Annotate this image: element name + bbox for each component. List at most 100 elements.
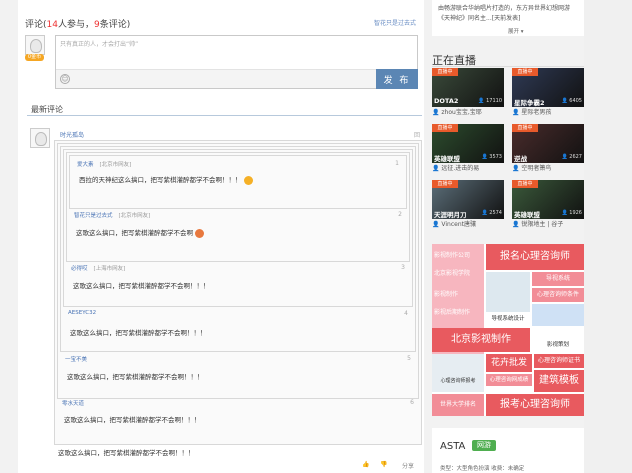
ad-link[interactable]: 世界大学排名 <box>432 394 484 416</box>
stream-game: DOTA2 <box>434 97 459 105</box>
reply-text: 西拉的天神纪这么搞口，把写紫棋灌醉都学不会啊！！！ <box>79 174 253 185</box>
ad-link[interactable]: 影视制作 <box>434 289 458 298</box>
divider <box>27 115 422 116</box>
live-stream-tile[interactable]: 直播中英雄联盟 👤 1926 👤 锐限地主 | 谷子 <box>512 180 584 228</box>
page-background <box>584 0 632 473</box>
angry-emoji-icon <box>195 228 204 238</box>
comment-text: 这歌这么搞口，把写紫棋灌醉都学不会啊！！！ <box>58 449 195 457</box>
reply-link[interactable]: 回 <box>414 130 420 139</box>
comment-title-prefix: 评论( <box>25 20 47 30</box>
ad-link[interactable]: 北京影视制作 <box>432 328 530 352</box>
ad-image <box>432 354 484 392</box>
reply-username[interactable]: 智花只是过去式 [北京市网友] <box>74 211 150 219</box>
reply-username[interactable]: 爱大素 [北京市网友] <box>77 160 131 168</box>
reply-username[interactable]: AESEYC32 <box>68 310 96 316</box>
reply-text: 这歌这么搞口，把写紫棋灌醉都学不会啊！！！ <box>67 373 204 381</box>
live-tag: 直播中 <box>512 180 538 188</box>
reply-text: 这歌这么搞口，把写紫棋灌醉都学不会啊！！！ <box>64 416 201 424</box>
live-tag: 直播中 <box>432 68 458 76</box>
reply-text: 这歌这么搞口，把写紫棋灌醉都学不会啊 <box>76 227 204 238</box>
ad-link[interactable]: 影视后期制作 <box>434 307 470 316</box>
floor-number: 2 <box>398 211 402 218</box>
ad-link[interactable]: 影视策划 <box>532 328 584 352</box>
reply-thread: 爱大素 [北京市网友] 1 西拉的天神纪这么搞口，把写紫棋灌醉都学不会啊！！！ 智… <box>57 143 419 399</box>
reply-username[interactable]: 零水天道 <box>62 399 84 407</box>
viewer-count: 👤 6405 <box>561 98 582 104</box>
news-summary: 由畅游联合华纳唱片打造的，东方异世界幻想网游《天神纪》同名主...[天前发表] <box>438 5 571 22</box>
floor-number: 5 <box>407 355 411 362</box>
stream-game: 逆战 <box>514 155 527 163</box>
comment-editor[interactable]: 只有真正的人，才会打出“帅” ☺ 发 布 <box>55 35 418 89</box>
live-stream-tile[interactable]: 直播中 DOTA2 👤 17110 👤 zhou宝宝,宝耶 <box>432 68 504 116</box>
reply-text: 这歌这么搞口，把写紫棋灌醉都学不会啊！！！ <box>73 282 210 290</box>
reply-item: 爱大素 [北京市网友] 1 西拉的天神纪这么搞口，把写紫棋灌醉都学不会啊！！！ <box>69 155 407 209</box>
expand-link[interactable]: 展开 ▾ <box>508 27 524 35</box>
stream-host[interactable]: 👤 远征.进击的易 <box>432 163 479 172</box>
post-button[interactable]: 发 布 <box>376 69 418 89</box>
ad-image <box>486 272 530 312</box>
avatar <box>25 35 45 55</box>
game-name[interactable]: ASTA <box>440 441 465 452</box>
participant-suffix: 人参与， <box>57 20 94 30</box>
live-tag: 直播中 <box>432 124 458 132</box>
ad-link[interactable]: 心理咨询师条件 <box>532 288 584 302</box>
ad-link[interactable]: 心理咨询师证书 <box>534 354 584 368</box>
viewer-count: 👤 3573 <box>481 154 502 160</box>
ad-link[interactable]: 心理咨询师报考 <box>432 376 484 386</box>
stream-thumbnail[interactable]: 直播中 星际争霸2 👤 6405 <box>512 68 584 107</box>
live-stream-tile[interactable]: 直播中 星际争霸2 👤 6405 👤 星际老男孩 <box>512 68 584 116</box>
live-stream-tile[interactable]: 直播中 天涯明月刀 👤 2574 👤 Vincent唐骧 <box>432 180 504 228</box>
editor-toolbar: ☺ <box>56 69 417 88</box>
ad-link[interactable]: 影视制作公司 <box>434 250 470 259</box>
reply-username[interactable]: 一宝不美 <box>65 355 87 363</box>
live-stream-tile[interactable]: 直播中 逆战 👤 2627 👤 空明者箫鸟 <box>512 124 584 172</box>
participant-count: 14 <box>46 20 58 30</box>
stream-game: 星际争霸2 <box>514 99 545 107</box>
stream-thumbnail[interactable]: 直播中 英雄联盟 👤 3573 <box>432 124 504 163</box>
live-stream-tile[interactable]: 直播中 英雄联盟 👤 3573 👤 远征.进击的易 <box>432 124 504 172</box>
stream-thumbnail[interactable]: 直播中 DOTA2 👤 17110 <box>432 68 504 107</box>
stream-thumbnail[interactable]: 直播中 逆战 👤 2627 <box>512 124 584 163</box>
stream-host[interactable]: 👤 空明者箫鸟 <box>512 163 551 172</box>
avatar <box>30 128 50 148</box>
news-card: 由畅游联合华纳唱片打造的，东方异世界幻想网游《天神纪》同名主...[天前发表] … <box>432 0 584 36</box>
floor-number: 1 <box>395 160 399 167</box>
comment-placeholder[interactable]: 只有真正的人，才会打出“帅” <box>60 39 138 48</box>
like-button[interactable]: 👍 <box>362 461 369 468</box>
ad-link[interactable]: 北京影视学院 <box>434 268 470 277</box>
sidebar: 由畅游联合华纳唱片打造的，东方异世界幻想网游《天神纪》同名主...[天前发表] … <box>426 0 584 473</box>
coin-badge: 0金币 <box>25 54 44 61</box>
comment-section: 评论(14人参与，9条评论) 智花只是过去式 0金币 只有真正的人，才会打出“帅… <box>18 0 424 473</box>
emoji-picker-icon[interactable]: ☺ <box>60 74 70 84</box>
latest-comments-title: 最新评论 <box>31 105 63 114</box>
comment-header: 评论(14人参与，9条评论) <box>25 17 130 30</box>
reply-username[interactable]: 必得哎 [上海市网友] <box>71 264 125 272</box>
share-button[interactable]: 分享 <box>402 461 414 470</box>
ad-link[interactable]: 报名心理咨询师 <box>486 244 584 270</box>
header-option-link[interactable]: 智花只是过去式 <box>374 18 416 27</box>
stream-host[interactable]: 👤 锐限地主 | 谷子 <box>512 219 563 228</box>
stream-host[interactable]: 👤 星际老男孩 <box>512 107 551 116</box>
ad-link[interactable]: 导视系统设计 <box>486 314 530 324</box>
live-tag: 直播中 <box>512 124 538 132</box>
game-card[interactable]: ASTA 网游 类型：大型角色扮演 收费：未确定 <box>432 428 584 473</box>
stream-game: 天涯明月刀 <box>434 211 467 219</box>
dislike-button[interactable]: 👎 <box>380 461 387 468</box>
ad-link[interactable]: 导视系统 <box>532 272 584 286</box>
ad-banner[interactable]: 影视制作公司 北京影视学院 影视制作 影视后期制作 报名心理咨询师 导视系统 心… <box>432 244 584 416</box>
viewer-count: 👤 2574 <box>481 210 502 216</box>
ad-link[interactable]: 报考心理咨询师 <box>486 394 584 416</box>
stream-thumbnail[interactable]: 直播中英雄联盟 👤 1926 <box>512 180 584 219</box>
stream-thumbnail[interactable]: 直播中 天涯明月刀 👤 2574 <box>432 180 504 219</box>
stream-host[interactable]: 👤 zhou宝宝,宝耶 <box>432 107 482 116</box>
reply-text: 这歌这么搞口，把写紫棋灌醉都学不会啊！！！ <box>70 329 207 337</box>
ad-link[interactable]: 花卉批发 <box>486 354 532 372</box>
viewer-count: 👤 1926 <box>561 210 582 216</box>
reply-thread: 爱大素 [北京市网友] 1 西拉的天神纪这么搞口，把写紫棋灌醉都学不会啊！！！ 智… <box>54 140 422 445</box>
stream-game: 英雄联盟 <box>514 211 540 219</box>
ad-link[interactable]: 建筑模板 <box>534 370 584 392</box>
stream-host[interactable]: 👤 Vincent唐骧 <box>432 219 476 228</box>
ad-link[interactable]: 心理咨询网成绩 <box>486 374 532 386</box>
game-meta: 类型：大型角色扮演 收费：未确定 <box>440 466 525 472</box>
comment-username[interactable]: 时光孤岛 <box>60 130 84 139</box>
